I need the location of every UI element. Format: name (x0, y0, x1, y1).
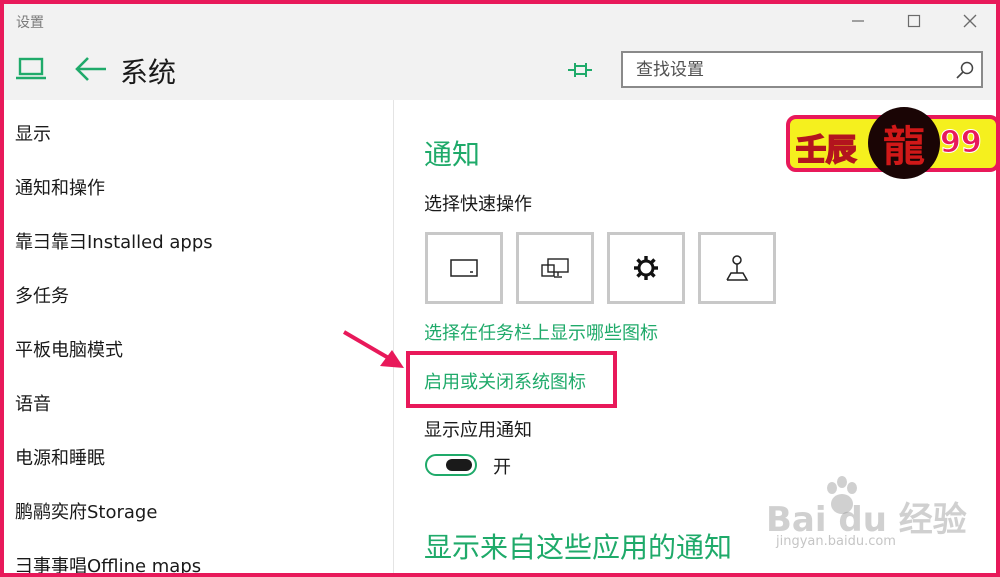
quick-action-project[interactable] (516, 232, 594, 304)
pin-icon[interactable] (566, 60, 594, 80)
quick-action-location[interactable] (698, 232, 776, 304)
back-arrow-icon[interactable] (74, 56, 108, 82)
tablet-mode-icon (450, 259, 478, 277)
minimize-icon (852, 20, 864, 22)
sidebar-item-power-sleep[interactable]: 电源和睡眠 (15, 444, 105, 470)
sidebar-item-offline-maps[interactable]: 彐事事唱Offline maps (15, 552, 201, 573)
close-icon (963, 14, 977, 28)
title-bar: 设置 (4, 4, 996, 38)
sidebar-item-installed-apps[interactable]: 靠彐靠彐Installed apps (15, 228, 213, 254)
quick-action-settings[interactable] (607, 232, 685, 304)
section-title-app-notifications: 显示来自这些应用的通知 (424, 531, 733, 564)
toggle-knob (446, 459, 472, 471)
sidebar-item-notifications[interactable]: 通知和操作 (15, 174, 105, 200)
search-input[interactable] (623, 53, 943, 86)
gear-icon (634, 256, 658, 280)
app-notifications-toggle[interactable] (425, 454, 477, 476)
taskbar-icons-link[interactable]: 选择在任务栏上显示哪些图标 (424, 319, 658, 345)
sidebar-item-speech[interactable]: 语音 (15, 390, 51, 416)
badge-text: 壬辰 (795, 132, 857, 169)
quick-action-tablet-mode[interactable] (425, 232, 503, 304)
system-icons-link[interactable]: 启用或关闭系统图标 (424, 368, 586, 394)
quick-actions-label: 选择快速操作 (424, 194, 532, 215)
maximize-icon (907, 14, 921, 28)
toggle-state-label: 开 (493, 457, 511, 478)
window-title: 设置 (16, 15, 44, 31)
settings-window: 设置 系统 查找设置 显示 通知和操作 靠彐靠彐Installed apps 多… (4, 4, 996, 573)
location-pin-icon (726, 255, 749, 281)
close-button[interactable] (942, 4, 996, 38)
section-title-notifications: 通知 (424, 138, 481, 171)
laptop-icon (16, 57, 46, 80)
search-box[interactable] (621, 51, 983, 88)
sidebar-item-display[interactable]: 显示 (15, 120, 51, 146)
page-header: 系统 (4, 38, 996, 100)
search-icon[interactable] (955, 60, 975, 80)
sidebar-item-tablet-mode[interactable]: 平板电脑模式 (15, 336, 123, 362)
dragon-logo-icon: 龍 (868, 107, 940, 179)
watermark-badge: 壬辰 龍 99 (786, 107, 996, 179)
annotation-arrow-icon (342, 330, 404, 368)
badge-number: 99 (940, 125, 983, 161)
page-title: 系统 (120, 56, 177, 89)
sidebar-item-multitasking[interactable]: 多任务 (15, 282, 69, 308)
minimize-button[interactable] (830, 4, 886, 38)
project-display-icon (541, 258, 569, 278)
sidebar-nav: 显示 通知和操作 靠彐靠彐Installed apps 多任务 平板电脑模式 语… (4, 100, 394, 573)
sidebar-item-storage[interactable]: 鹏鹝奕府Storage (15, 498, 157, 524)
watermark-site: jingyan.baidu.com (776, 534, 896, 549)
badge-glyph: 龍 (882, 121, 925, 171)
app-notifications-label: 显示应用通知 (424, 420, 532, 441)
maximize-button[interactable] (886, 4, 942, 38)
